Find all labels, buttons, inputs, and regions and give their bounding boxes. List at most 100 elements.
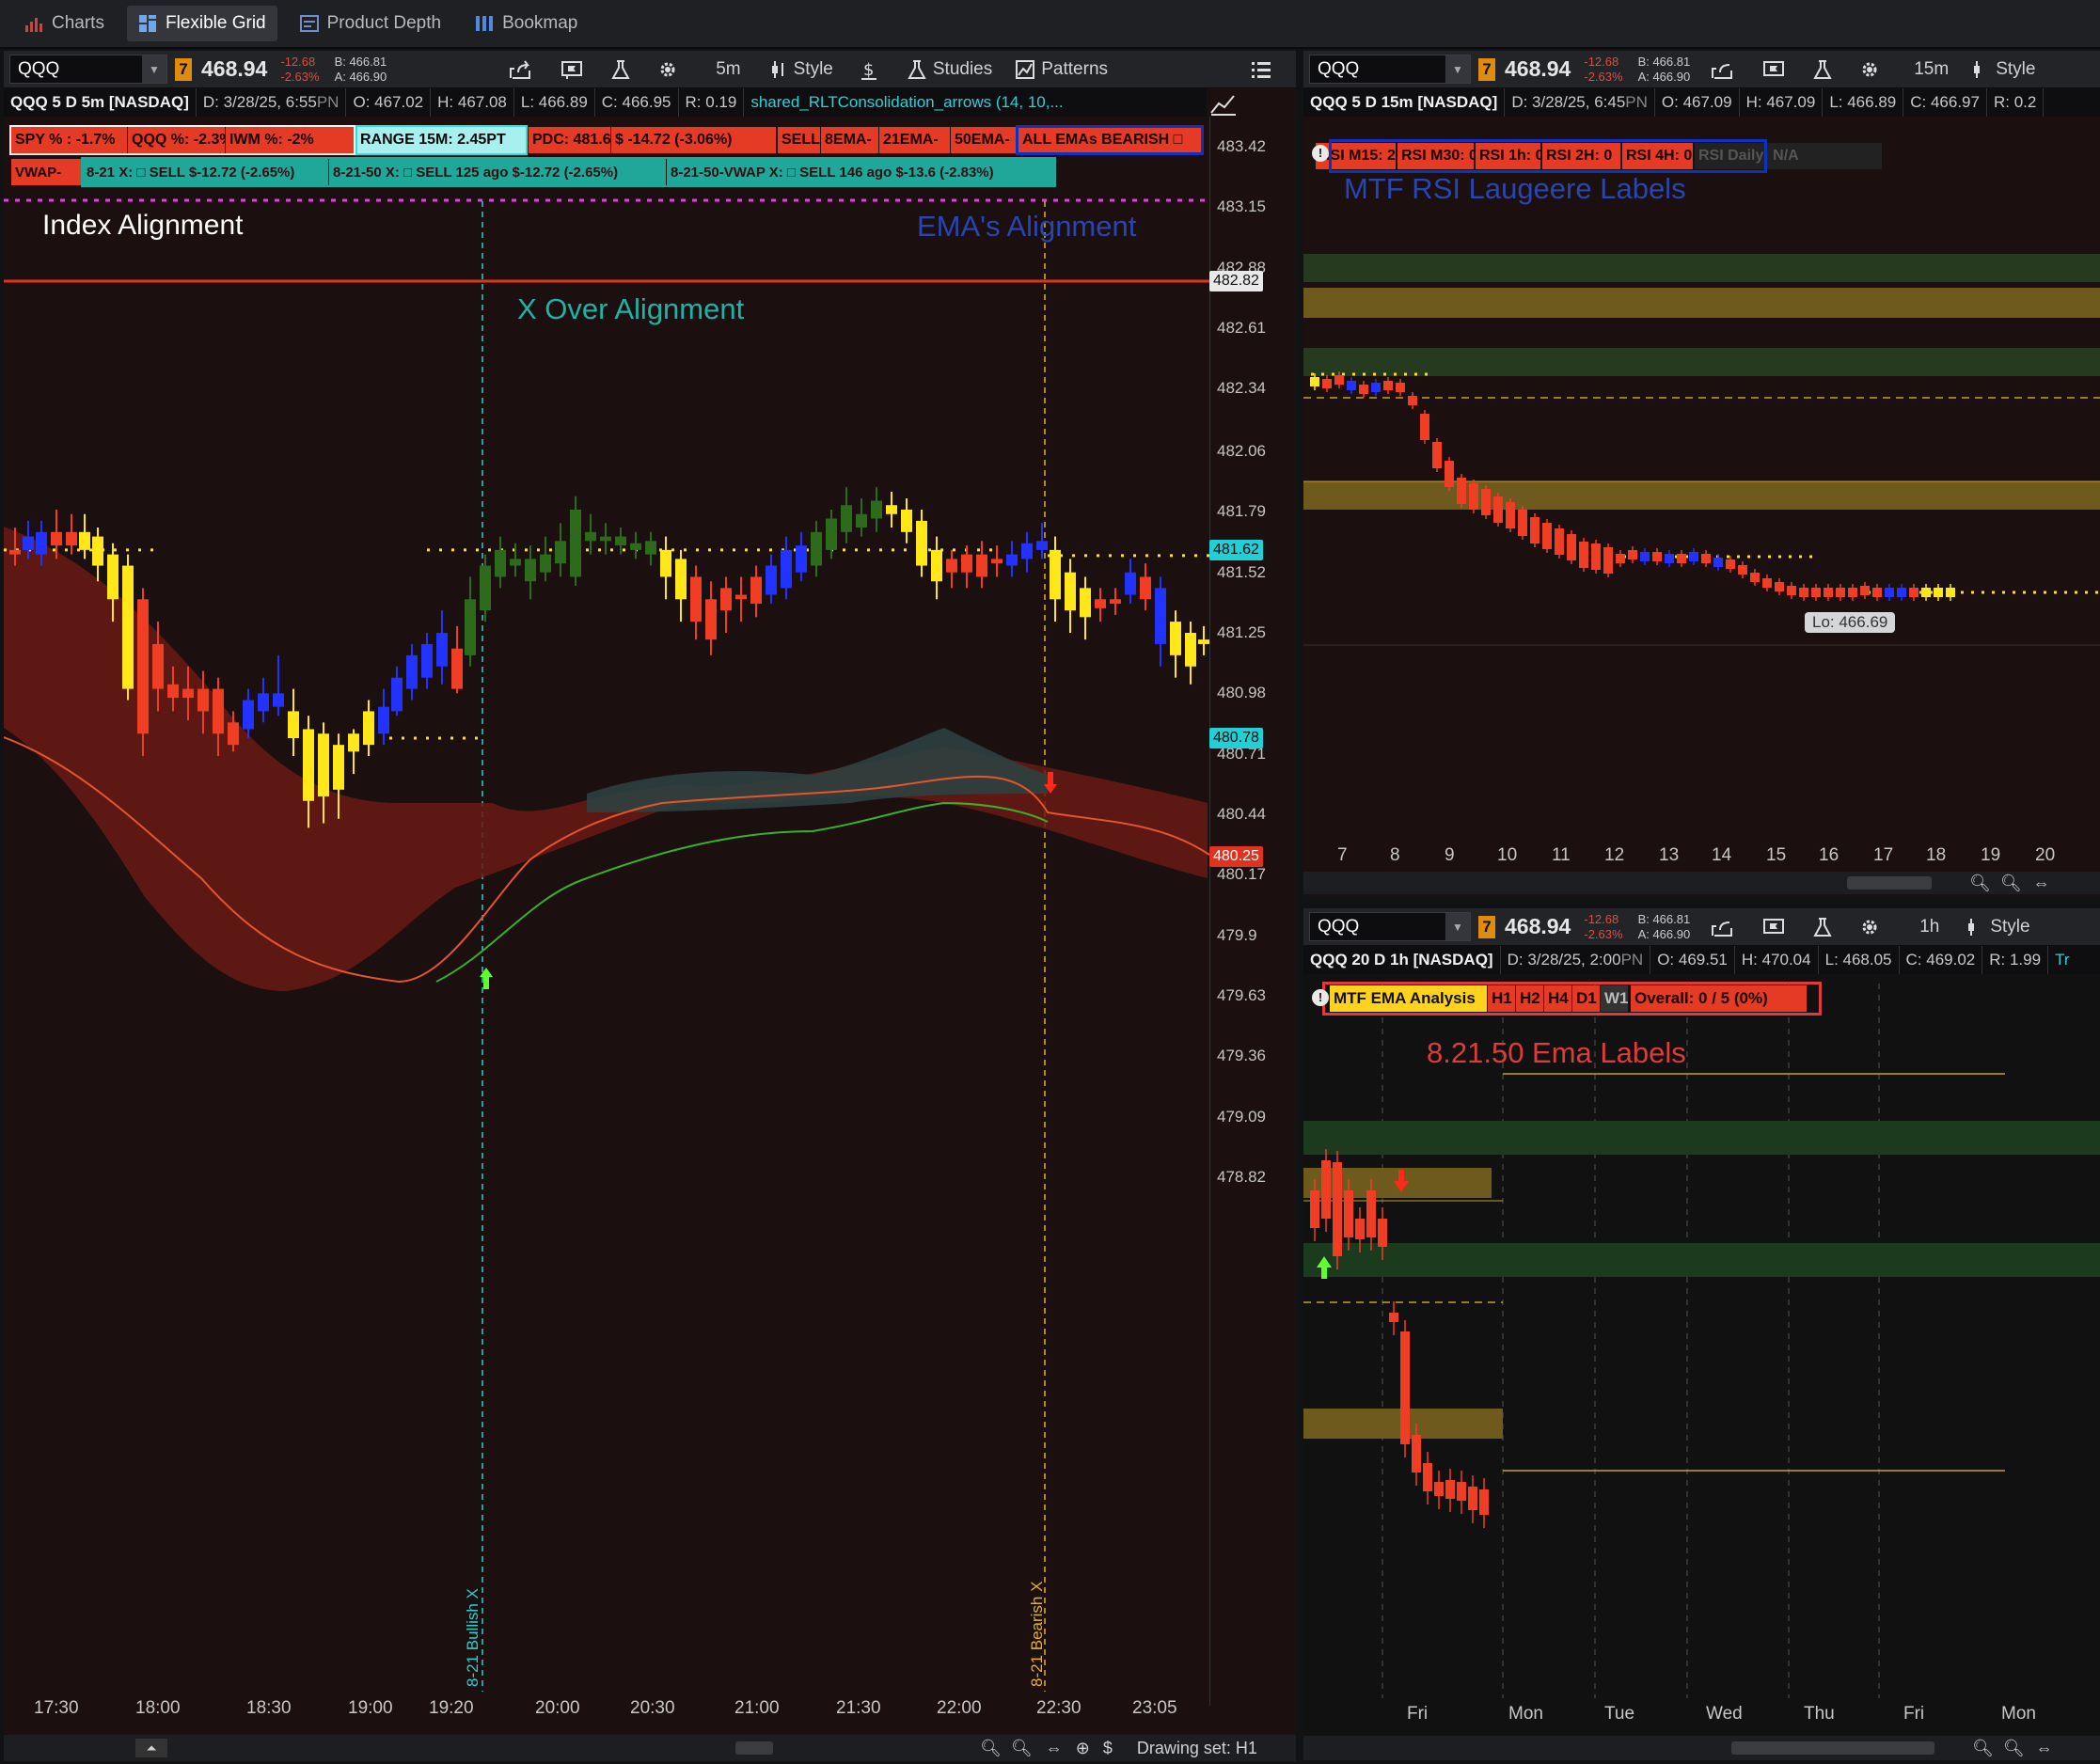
candle-body: [796, 545, 807, 573]
candle-body: [991, 559, 1003, 564]
scrollbar[interactable]: [1847, 876, 1932, 890]
candle-body: [1506, 502, 1515, 528]
price-tick-label: 480.98: [1217, 684, 1266, 702]
candle-body: [675, 559, 687, 600]
candle-body: [1383, 381, 1393, 390]
candle-body: [1677, 554, 1686, 563]
crosshair-icon[interactable]: ⊕: [1076, 1739, 1090, 1758]
scrollbar[interactable]: [1731, 1741, 1934, 1755]
candle-body: [1333, 1162, 1342, 1256]
rsi-zone-band: [1303, 254, 2100, 282]
price-tick-label: 481.25: [1217, 623, 1266, 642]
candle-body: [1775, 582, 1784, 591]
candle-body: [92, 536, 103, 566]
fit-icon[interactable]: ⇔: [2033, 874, 2050, 893]
candle-body: [720, 588, 732, 611]
price-axis[interactable]: [1209, 117, 1296, 1706]
candle-body: [1310, 1190, 1319, 1228]
price-tick-label: 483.15: [1217, 197, 1266, 216]
price-tick-label: 483.42: [1217, 137, 1266, 155]
zoom-in-icon[interactable]: 🔍︎: [2003, 1739, 2025, 1758]
rsi-bottom-bar: 🔍︎ 🔍︎ ⇔: [1303, 872, 2100, 894]
tab-bookmap[interactable]: Bookmap: [464, 6, 589, 41]
candle-body: [1389, 1313, 1398, 1322]
time-tick-label: 18:30: [246, 1698, 292, 1718]
time-tick-label: 11: [1552, 845, 1571, 865]
main-bottom-bar: ⏶ 🔍︎ 🔍︎ ⇔ ⊕ $ Drawing set: H1: [4, 1735, 1296, 1761]
fit-icon[interactable]: ⇔: [2036, 1739, 2053, 1758]
time-tick-label: 17:30: [34, 1698, 79, 1718]
time-tick-label: 17: [1873, 845, 1894, 865]
zoom-out-icon[interactable]: 🔍︎: [980, 1739, 1002, 1758]
time-tick-label: 9: [1445, 845, 1455, 865]
candle-body: [1468, 1487, 1477, 1510]
candle-body: [1542, 523, 1552, 549]
main-chart-pane: QQQ ▼ 7 468.94 -12.68 -2.63% B: 466.81 A: 4…: [4, 51, 1296, 1762]
candle-body: [510, 559, 521, 566]
scrollbar[interactable]: [735, 1741, 773, 1755]
pdc-label: PDC: 481.62: [529, 127, 620, 153]
candle-body: [841, 505, 852, 532]
candle-body: [1423, 1463, 1432, 1491]
price-tick-label: 478.82: [1217, 1168, 1266, 1186]
zoom-in-icon[interactable]: 🔍︎: [2000, 874, 2022, 893]
time-tick-label: 10: [1497, 845, 1518, 865]
candle-body: [1481, 489, 1491, 515]
drawing-set[interactable]: Drawing set: H1: [1137, 1739, 1257, 1758]
vwap-label: VWAP-: [11, 159, 83, 185]
time-axis[interactable]: Fri Mon Tue Wed Thu Fri Mon: [1303, 1704, 2100, 1730]
time-tick-label: 20:30: [630, 1698, 675, 1718]
candle-body: [1432, 442, 1442, 468]
candle-body: [1396, 383, 1405, 392]
annotation-xover-alignment: X Over Alignment: [517, 292, 745, 325]
time-axis[interactable]: 17:30 18:00 18:30 19:00 19:20 20:00 20:30 21:00…: [4, 1698, 1209, 1726]
ema50-label: 50EMA-: [951, 127, 1018, 153]
zoom-in-icon[interactable]: 🔍︎: [1011, 1739, 1033, 1758]
candle-body: [1885, 588, 1894, 597]
candle-body: [1036, 541, 1048, 550]
candle-body: [856, 513, 867, 528]
dollar-icon[interactable]: $: [1103, 1739, 1113, 1758]
candle-body: [886, 505, 897, 514]
tab-charts[interactable]: Charts: [13, 6, 116, 41]
time-tick-label: Mon: [1508, 1704, 1543, 1724]
candle-body: [1591, 543, 1601, 570]
price-tick-label: 480.44: [1217, 805, 1266, 824]
candle-body: [826, 518, 837, 550]
fit-icon[interactable]: ⇔: [1046, 1739, 1063, 1758]
ema-candlestick-chart[interactable]: [1303, 908, 2100, 1762]
candle-body: [197, 688, 209, 712]
candle-body: [436, 633, 448, 667]
candle-body: [1934, 588, 1943, 597]
tab-label: Product Depth: [326, 13, 442, 33]
candle-body: [228, 722, 239, 746]
xover-alignment-outline: [81, 157, 1056, 187]
bearish-cross-label: 8-21 Bearish X: [1028, 1581, 1046, 1687]
candle-body: [1469, 483, 1478, 510]
zoom-out-icon[interactable]: 🔍︎: [1972, 1739, 1994, 1758]
candle-body: [901, 509, 912, 532]
rsi-chart-pane: QQQ ▼ 7 468.94 -12.68 -2.63% B: 466.81 A: 4…: [1303, 51, 2100, 897]
candle-body: [258, 693, 269, 712]
candle-body: [1909, 588, 1918, 597]
candle-body: [931, 549, 942, 582]
candle-body: [1095, 599, 1106, 608]
candle-body: [1185, 633, 1196, 667]
time-tick-label: 7: [1337, 845, 1348, 865]
candle-body: [79, 531, 90, 550]
zoom-out-icon[interactable]: 🔍︎: [1969, 874, 1991, 893]
time-axis[interactable]: 7 8 9 10 11 12 13 14 15 16 17 18 19 20: [1303, 845, 2100, 870]
candle-body: [465, 599, 476, 655]
ema-chart-pane: QQQ ▼ 7 468.94 -12.68 -2.63% B: 466.81 A: 4…: [1303, 908, 2100, 1762]
candle-body: [1726, 559, 1735, 569]
candle-body: [107, 554, 118, 600]
candle-body: [1457, 1482, 1466, 1501]
collapse-icon[interactable]: ⏶: [135, 1739, 167, 1757]
candle-body: [946, 559, 957, 573]
alert-icon: !: [1312, 989, 1329, 1006]
tab-flexible-grid[interactable]: Flexible Grid: [126, 6, 277, 41]
candle-body: [570, 509, 581, 577]
candle-body: [318, 733, 329, 796]
candle-body: [600, 536, 611, 542]
tab-product-depth[interactable]: Product Depth: [289, 6, 452, 41]
